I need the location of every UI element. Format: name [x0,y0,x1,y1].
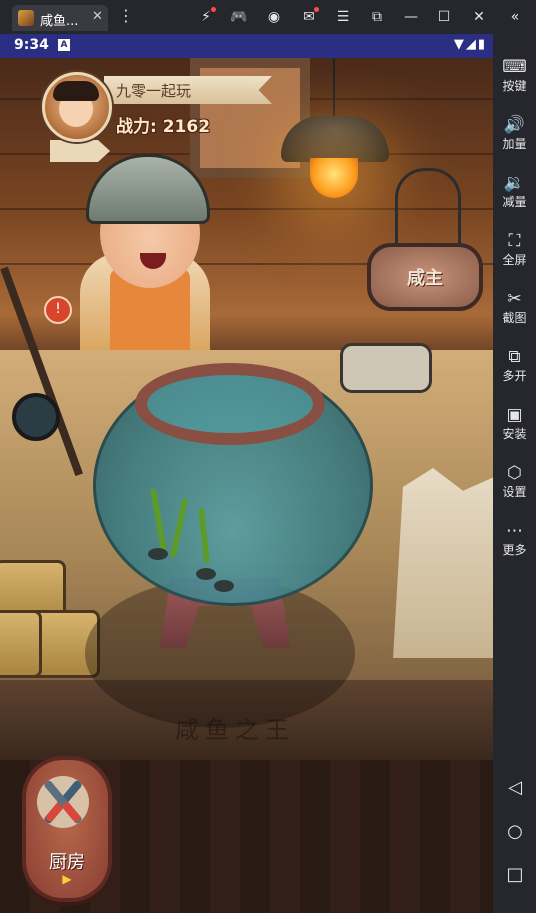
more-icon: ⋯ [506,521,523,541]
gamepad-icon[interactable]: 🎮 [229,7,249,27]
multi-instance-icon: ⧉ [508,347,521,367]
lamp-cord [333,58,335,120]
player-avatar[interactable] [42,72,112,142]
tab-menu-icon[interactable]: ⋮ [118,6,134,25]
sidebar-item-screenshot[interactable]: ✂ 截图 [493,274,536,332]
sidebar-item-label: 截图 [502,311,527,325]
seaweed [198,507,210,564]
boost-icon[interactable]: ⚡ [196,7,216,27]
bowl-rim [135,363,325,445]
sidebar-item-label: 安装 [502,427,527,441]
settings-icon: ⬡ [507,463,522,483]
alert-badge-icon[interactable]: ! [44,296,72,324]
emulator-title-bar: 咸鱼... ✕ ⋮ ⚡ 🎮 ◉ ✉ ☰ ⧉ — ☐ ✕ « [0,0,536,34]
volume-up-icon: 🔊 [503,115,526,135]
maximize-icon[interactable]: ☐ [434,7,454,27]
power-banner [50,140,110,162]
sidebar-item-settings[interactable]: ⬡ 设置 [493,448,536,506]
kitchen-button[interactable]: 厨房 ▶ [22,756,112,902]
status-time: 9:34 [14,37,49,53]
back-icon[interactable]: ◁ [504,777,526,799]
sidebar-item-install[interactable]: ▣ 安装 [493,390,536,448]
sidebar-item-label: 设置 [502,485,527,499]
sidebar-item-label: 多开 [502,369,527,383]
apk-icon: ▣ [506,405,523,425]
fishing-reel [12,393,60,441]
android-status-bar: 9:34 A ▼◢▮ [0,34,493,58]
signal-battery-icon: ▼◢▮ [453,37,487,52]
minimize-icon[interactable]: — [401,7,421,27]
app-tab[interactable]: 咸鱼... ✕ [12,5,108,31]
game-controller-icon[interactable] [340,343,432,393]
sidebar-item-label: 全屏 [502,253,527,267]
collapse-sidebar-icon[interactable]: « [505,7,525,27]
sidebar-item-more[interactable]: ⋯ 更多 [493,506,536,564]
hanging-sign[interactable]: 咸主 [367,243,483,311]
kitchen-label: 厨房 [49,852,85,873]
sidebar-item-label: 加量 [502,137,527,151]
emulator-sidebar: ⌨ 按键 🔊 加量 🔉 减量 ⛶ 全屏 ✂ 截图 ⧉ 多开 ▣ 安装 ⬡ 设置 … [493,34,536,913]
play-icon: ▶ [62,872,72,886]
player-name: 九零一起玩 [116,82,192,100]
pebble [214,580,234,592]
menu-icon[interactable]: ☰ [333,7,353,27]
sidebar-item-fullscreen[interactable]: ⛶ 全屏 [493,216,536,274]
sidebar-item-keymap[interactable]: ⌨ 按键 [493,42,536,100]
keyboard-icon: ⌨ [502,57,527,77]
sidebar-item-volume-up[interactable]: 🔊 加量 [493,100,536,158]
pebble [148,548,168,560]
pebble [196,568,216,580]
mail-papers[interactable] [393,468,493,658]
notification-a-icon: A [58,39,70,51]
avatar-hair [53,81,99,101]
sign-text: 咸主 [407,268,443,289]
resize-window-icon[interactable]: ⧉ [367,7,387,27]
close-window-icon[interactable]: ✕ [469,7,489,27]
sidebar-item-label: 更多 [502,543,527,557]
sidebar-item-label: 减量 [502,195,527,209]
seaweed [169,498,189,558]
volume-down-icon: 🔉 [503,173,526,193]
sign-chains [395,168,461,251]
combat-power: 战力: 2162 [116,117,211,137]
tab-close-icon[interactable]: ✕ [92,9,103,24]
lamp-shade [281,116,389,162]
account-icon[interactable]: ◉ [264,7,284,27]
game-viewport[interactable]: 咸主 咸鱼之王 ! 九零一起玩 战力: 2162 厨房 ▶ [0,58,493,913]
wrench-screwdriver-icon [37,776,89,828]
scissors-icon: ✂ [507,289,522,309]
sidebar-item-multi-instance[interactable]: ⧉ 多开 [493,332,536,390]
fullscreen-icon: ⛶ [508,231,521,251]
sidebar-item-label: 按键 [502,79,527,93]
sidebar-item-volume-down[interactable]: 🔉 减量 [493,158,536,216]
mail-icon[interactable]: ✉ [299,7,319,27]
app-icon [18,10,34,26]
home-icon[interactable]: ○ [504,821,526,843]
recents-icon[interactable]: □ [504,864,526,886]
tab-title: 咸鱼... [40,14,79,29]
treasure-crate[interactable] [0,610,42,678]
lamp-bulb [310,158,358,198]
